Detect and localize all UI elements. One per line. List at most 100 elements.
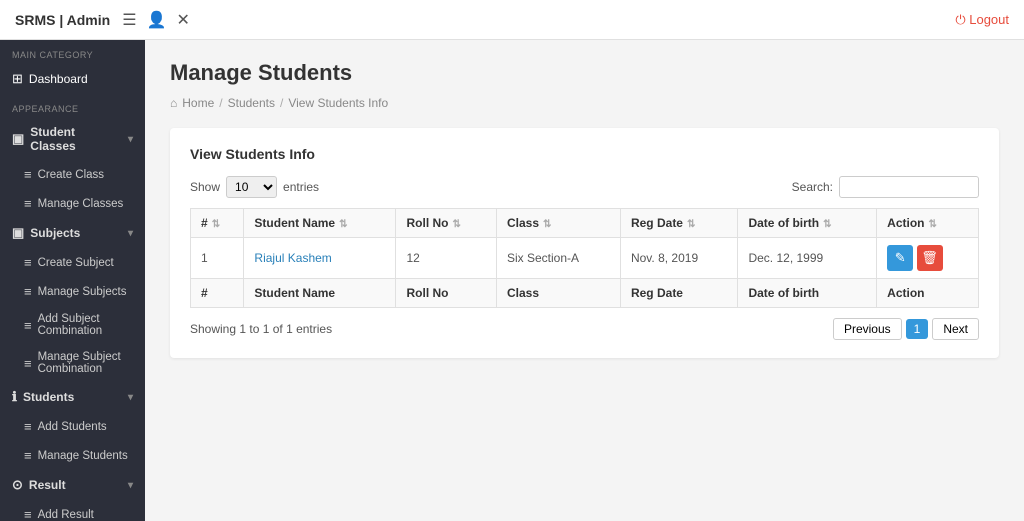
sort-icon-roll: ⇅ xyxy=(452,219,460,230)
logout-icon: ⏻ xyxy=(955,12,965,27)
add-students-icon: ≡ xyxy=(24,419,32,434)
logout-button[interactable]: ⏻ Logout xyxy=(955,12,1009,28)
manage-subjects-icon: ≡ xyxy=(24,284,32,299)
sidebar-item-manage-students[interactable]: ≡ Manage Students xyxy=(0,441,145,470)
student-classes-icon: ▣ xyxy=(12,131,24,147)
sidebar-item-manage-subjects[interactable]: ≡ Manage Subjects xyxy=(0,277,145,306)
entries-label: entries xyxy=(283,180,319,194)
manage-classes-label: Manage Classes xyxy=(38,198,124,210)
search-label: Search: xyxy=(792,180,833,194)
add-result-icon: ≡ xyxy=(24,507,32,521)
app-title: SRMS | Admin xyxy=(15,12,110,28)
sidebar-item-create-class[interactable]: ≡ Create Class xyxy=(0,160,145,189)
create-subject-label: Create Subject xyxy=(38,257,114,269)
table-footer-row: # Student Name Roll No Class Reg Date Da… xyxy=(191,279,979,308)
subjects-chevron-icon: ▾ xyxy=(128,228,133,239)
footer-col-action: Action xyxy=(877,279,979,308)
result-label: Result xyxy=(29,478,66,492)
sidebar-item-manage-subject-combination[interactable]: ≡ Manage Subject Combination xyxy=(0,344,145,382)
student-name-link[interactable]: Riajul Kashem xyxy=(254,251,331,265)
cell-roll-no: 12 xyxy=(396,238,496,279)
students-chevron-icon: ▾ xyxy=(128,392,133,403)
topbar-icons: ☰ 👤 ✕ xyxy=(122,10,190,30)
table-footer: Showing 1 to 1 of 1 entries Previous 1 N… xyxy=(190,318,979,340)
cell-num: 1 xyxy=(191,238,244,279)
footer-col-student-name: Student Name xyxy=(244,279,396,308)
sidebar: Main Category ⊞ Dashboard Appearance ▣ S… xyxy=(0,40,145,521)
sidebar-item-subjects[interactable]: ▣ Subjects ▾ xyxy=(0,218,145,248)
cell-class: Six Section-A xyxy=(496,238,620,279)
manage-classes-icon: ≡ xyxy=(24,196,32,211)
sidebar-item-result[interactable]: ⊙ Result ▾ xyxy=(0,470,145,500)
entries-select[interactable]: 10 25 50 100 xyxy=(226,176,277,198)
main-category-label: Main Category xyxy=(0,40,145,64)
logout-label: Logout xyxy=(969,12,1009,27)
showing-text: Showing 1 to 1 of 1 entries xyxy=(190,322,332,336)
col-student-name: Student Name⇅ xyxy=(244,209,396,238)
cell-student-name: Riajul Kashem xyxy=(244,238,396,279)
add-subject-combination-label: Add Subject Combination xyxy=(38,313,133,337)
breadcrumb-sep-1: / xyxy=(219,96,222,110)
edit-button[interactable]: ✎ xyxy=(887,245,913,271)
dashboard-label: Dashboard xyxy=(29,72,88,86)
table-controls: Show 10 25 50 100 entries Search: xyxy=(190,176,979,198)
breadcrumb-view: View Students Info xyxy=(288,96,388,110)
add-subject-combination-icon: ≡ xyxy=(24,318,32,333)
breadcrumb-sep-2: / xyxy=(280,96,283,110)
col-class: Class⇅ xyxy=(496,209,620,238)
footer-col-num: # xyxy=(191,279,244,308)
cell-dob: Dec. 12, 1999 xyxy=(738,238,877,279)
footer-col-class: Class xyxy=(496,279,620,308)
close-icon[interactable]: ✕ xyxy=(176,10,189,30)
main-content: Manage Students ⌂ Home / Students / View… xyxy=(145,40,1024,521)
students-table: #⇅ Student Name⇅ Roll No⇅ Class⇅ Reg Dat… xyxy=(190,208,979,308)
sidebar-item-students[interactable]: ℹ Students ▾ xyxy=(0,382,145,412)
students-icon: ℹ xyxy=(12,389,17,405)
menu-icon[interactable]: ☰ xyxy=(122,10,136,30)
sidebar-item-add-students[interactable]: ≡ Add Students xyxy=(0,412,145,441)
active-page[interactable]: 1 xyxy=(906,319,929,339)
sidebar-item-manage-classes[interactable]: ≡ Manage Classes xyxy=(0,189,145,218)
breadcrumb: ⌂ Home / Students / View Students Info xyxy=(170,96,999,110)
sort-icon-name: ⇅ xyxy=(339,219,347,230)
breadcrumb-home[interactable]: Home xyxy=(182,96,214,110)
previous-button[interactable]: Previous xyxy=(833,318,902,340)
cell-reg-date: Nov. 8, 2019 xyxy=(620,238,738,279)
manage-subject-combination-label: Manage Subject Combination xyxy=(38,351,133,375)
col-action: Action⇅ xyxy=(877,209,979,238)
add-result-label: Add Result xyxy=(38,509,94,521)
appearance-label: Appearance xyxy=(0,94,145,118)
sidebar-item-student-classes[interactable]: ▣ Student Classes ▾ xyxy=(0,118,145,160)
sidebar-item-add-subject-combination[interactable]: ≡ Add Subject Combination xyxy=(0,306,145,344)
col-roll-no: Roll No⇅ xyxy=(396,209,496,238)
sidebar-item-dashboard[interactable]: ⊞ Dashboard xyxy=(0,64,145,94)
search-input[interactable] xyxy=(839,176,979,198)
show-label: Show xyxy=(190,180,220,194)
sort-icon-dob: ⇅ xyxy=(823,219,831,230)
create-class-icon: ≡ xyxy=(24,167,32,182)
chevron-down-icon: ▾ xyxy=(128,134,133,145)
sort-icon-reg: ⇅ xyxy=(687,219,695,230)
delete-button[interactable]: 🗑 xyxy=(917,245,943,271)
result-chevron-icon: ▾ xyxy=(128,480,133,491)
next-button[interactable]: Next xyxy=(932,318,979,340)
result-icon: ⊙ xyxy=(12,477,23,493)
home-icon: ⌂ xyxy=(170,96,177,110)
manage-subjects-label: Manage Subjects xyxy=(38,286,127,298)
card-title: View Students Info xyxy=(190,146,979,162)
sidebar-item-add-result[interactable]: ≡ Add Result xyxy=(0,500,145,521)
col-dob: Date of birth⇅ xyxy=(738,209,877,238)
create-subject-icon: ≡ xyxy=(24,255,32,270)
sort-icon-num: ⇅ xyxy=(212,219,220,230)
sidebar-item-create-subject[interactable]: ≡ Create Subject xyxy=(0,248,145,277)
user-icon[interactable]: 👤 xyxy=(147,10,167,30)
add-students-label: Add Students xyxy=(38,421,107,433)
manage-students-label: Manage Students xyxy=(38,450,128,462)
pagination: Previous 1 Next xyxy=(833,318,979,340)
show-entries: Show 10 25 50 100 entries xyxy=(190,176,319,198)
col-reg-date: Reg Date⇅ xyxy=(620,209,738,238)
sort-icon-class: ⇅ xyxy=(543,219,551,230)
breadcrumb-students: Students xyxy=(228,96,275,110)
subjects-icon: ▣ xyxy=(12,225,24,241)
students-label: Students xyxy=(23,390,74,404)
